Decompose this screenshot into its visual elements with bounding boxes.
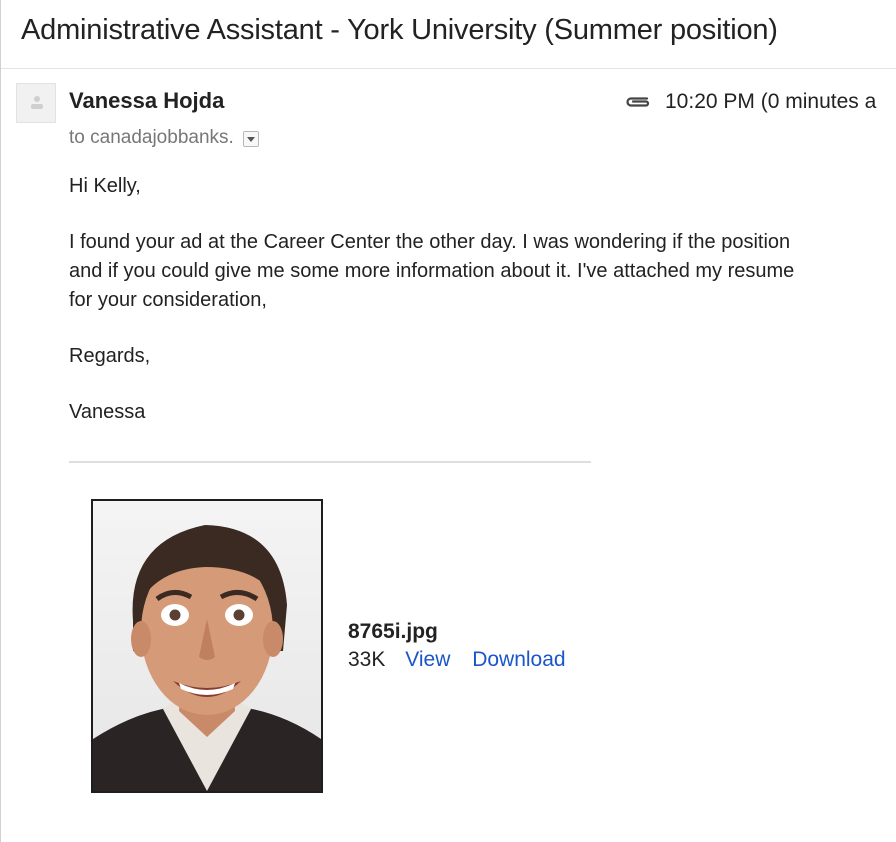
- body-paragraph-line-1: I found your ad at the Career Center the…: [69, 231, 791, 253]
- message-timestamp: 10:20 PM (0 minutes a: [665, 90, 877, 113]
- email-message-view: Administrative Assistant - York Universi…: [0, 0, 896, 842]
- body-closing: Regards,: [69, 345, 151, 367]
- attachment-photo: [93, 501, 321, 791]
- sender-avatar[interactable]: [16, 83, 56, 123]
- body-greeting: Hi Kelly,: [69, 175, 141, 197]
- message-meta: 10:20 PM (0 minutes a: [623, 90, 876, 114]
- body-paragraph-line-3: for your consideration,: [69, 289, 267, 311]
- attachment-size: 33K: [348, 648, 386, 671]
- email-subject: Administrative Assistant - York Universi…: [21, 14, 778, 46]
- download-link[interactable]: Download: [472, 648, 565, 671]
- attachment-thumbnail[interactable]: [91, 499, 323, 793]
- view-link[interactable]: View: [405, 648, 450, 671]
- attachment-divider: [69, 461, 591, 463]
- person-silhouette-icon: [31, 96, 43, 109]
- paperclip-icon: [626, 97, 650, 107]
- recipient-line: to canadajobbanks.: [69, 127, 259, 149]
- subject-divider: [1, 68, 896, 69]
- body-paragraph-line-2: and if you could give me some more infor…: [69, 260, 795, 282]
- body-signature: Vanessa: [69, 401, 146, 423]
- sender-name[interactable]: Vanessa Hojda: [69, 88, 224, 114]
- attachment-actions: 33K View Download: [348, 648, 582, 672]
- attachment-filename: 8765i.jpg: [348, 620, 438, 643]
- recipient-text: to canadajobbanks.: [69, 127, 234, 148]
- dropdown-arrow-icon[interactable]: [242, 131, 259, 147]
